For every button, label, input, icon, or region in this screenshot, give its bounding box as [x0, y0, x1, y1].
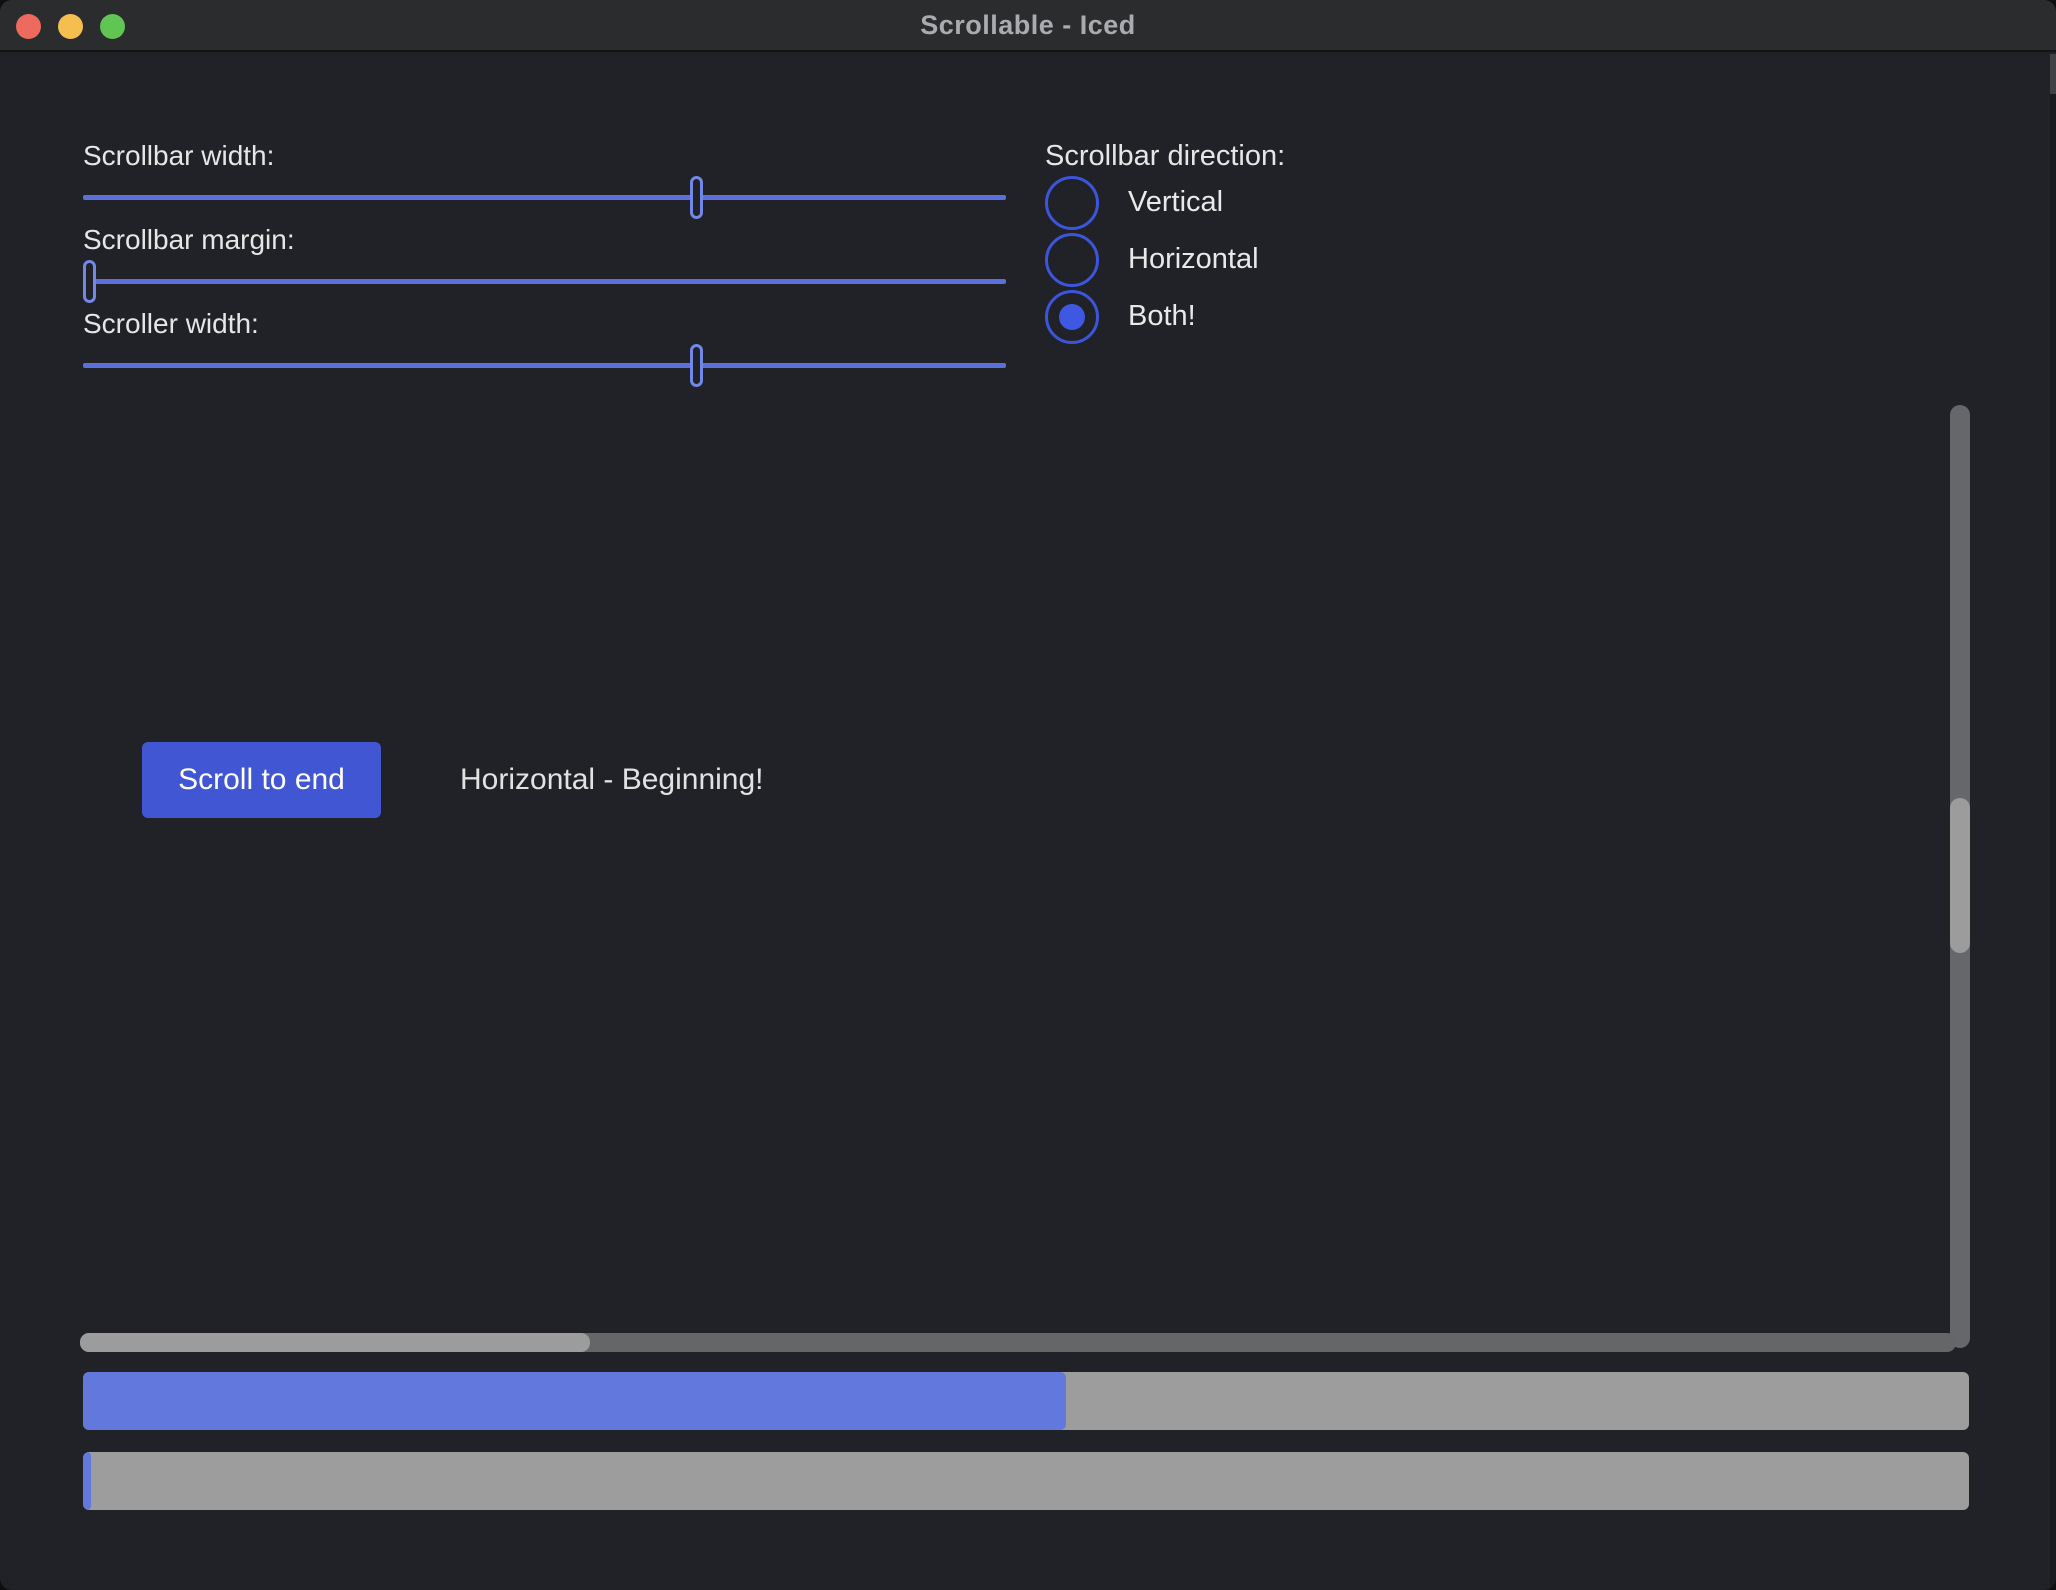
radio-label: Vertical — [1128, 186, 1223, 219]
radio-circle-icon — [1045, 176, 1099, 230]
slider-scrollbar-margin: Scrollbar margin: — [83, 222, 1006, 303]
titlebar: Scrollable - Iced — [0, 0, 2056, 52]
slider-label: Scroller width: — [83, 306, 1006, 342]
radio-group-label: Scrollbar direction: — [1045, 138, 1285, 174]
slider-track — [83, 195, 1006, 200]
vertical-progress-bar — [83, 1452, 1969, 1510]
vertical-scrollbar[interactable] — [1950, 405, 1970, 1348]
slider-handle[interactable] — [690, 344, 703, 387]
progress-fill — [83, 1372, 1066, 1430]
slider-handle[interactable] — [83, 260, 96, 303]
slider-scrollbar-width: Scrollbar width: — [83, 138, 1006, 219]
radio-label: Horizontal — [1128, 243, 1259, 276]
radio-circle-icon — [1045, 290, 1099, 344]
slider-label: Scrollbar width: — [83, 138, 1006, 174]
progress-fill — [83, 1452, 91, 1510]
radio-circle-icon — [1045, 233, 1099, 287]
radio-vertical[interactable]: Vertical — [1045, 174, 1285, 231]
app-window: Scrollable - Iced Scrollbar width: Scrol… — [0, 0, 2056, 1590]
slider-rail[interactable] — [83, 176, 1006, 219]
horizontal-scrollbar-thumb[interactable] — [80, 1333, 590, 1352]
slider-handle[interactable] — [690, 176, 703, 219]
horizontal-scrollbar[interactable] — [80, 1333, 1956, 1352]
horizontal-progress-bar — [83, 1372, 1969, 1430]
radio-label: Both! — [1128, 300, 1196, 333]
outer-scrollbar[interactable] — [2050, 54, 2056, 1590]
outer-scrollbar-thumb[interactable] — [2050, 54, 2056, 94]
slider-track — [83, 363, 1006, 368]
vertical-scrollbar-thumb[interactable] — [1950, 798, 1970, 953]
slider-scroller-width: Scroller width: — [83, 306, 1006, 387]
scroll-status-text: Horizontal - Beginning! — [460, 742, 764, 818]
window-title: Scrollable - Iced — [0, 0, 2056, 52]
radio-both[interactable]: Both! — [1045, 288, 1285, 345]
scrollbar-direction-group: Scrollbar direction: Vertical Horizontal… — [1045, 138, 1285, 345]
scroll-to-end-button[interactable]: Scroll to end — [142, 742, 381, 818]
radio-selected-dot — [1059, 304, 1085, 330]
slider-rail[interactable] — [83, 260, 1006, 303]
slider-rail[interactable] — [83, 344, 1006, 387]
slider-track — [83, 279, 1006, 284]
radio-horizontal[interactable]: Horizontal — [1045, 231, 1285, 288]
slider-label: Scrollbar margin: — [83, 222, 1006, 258]
